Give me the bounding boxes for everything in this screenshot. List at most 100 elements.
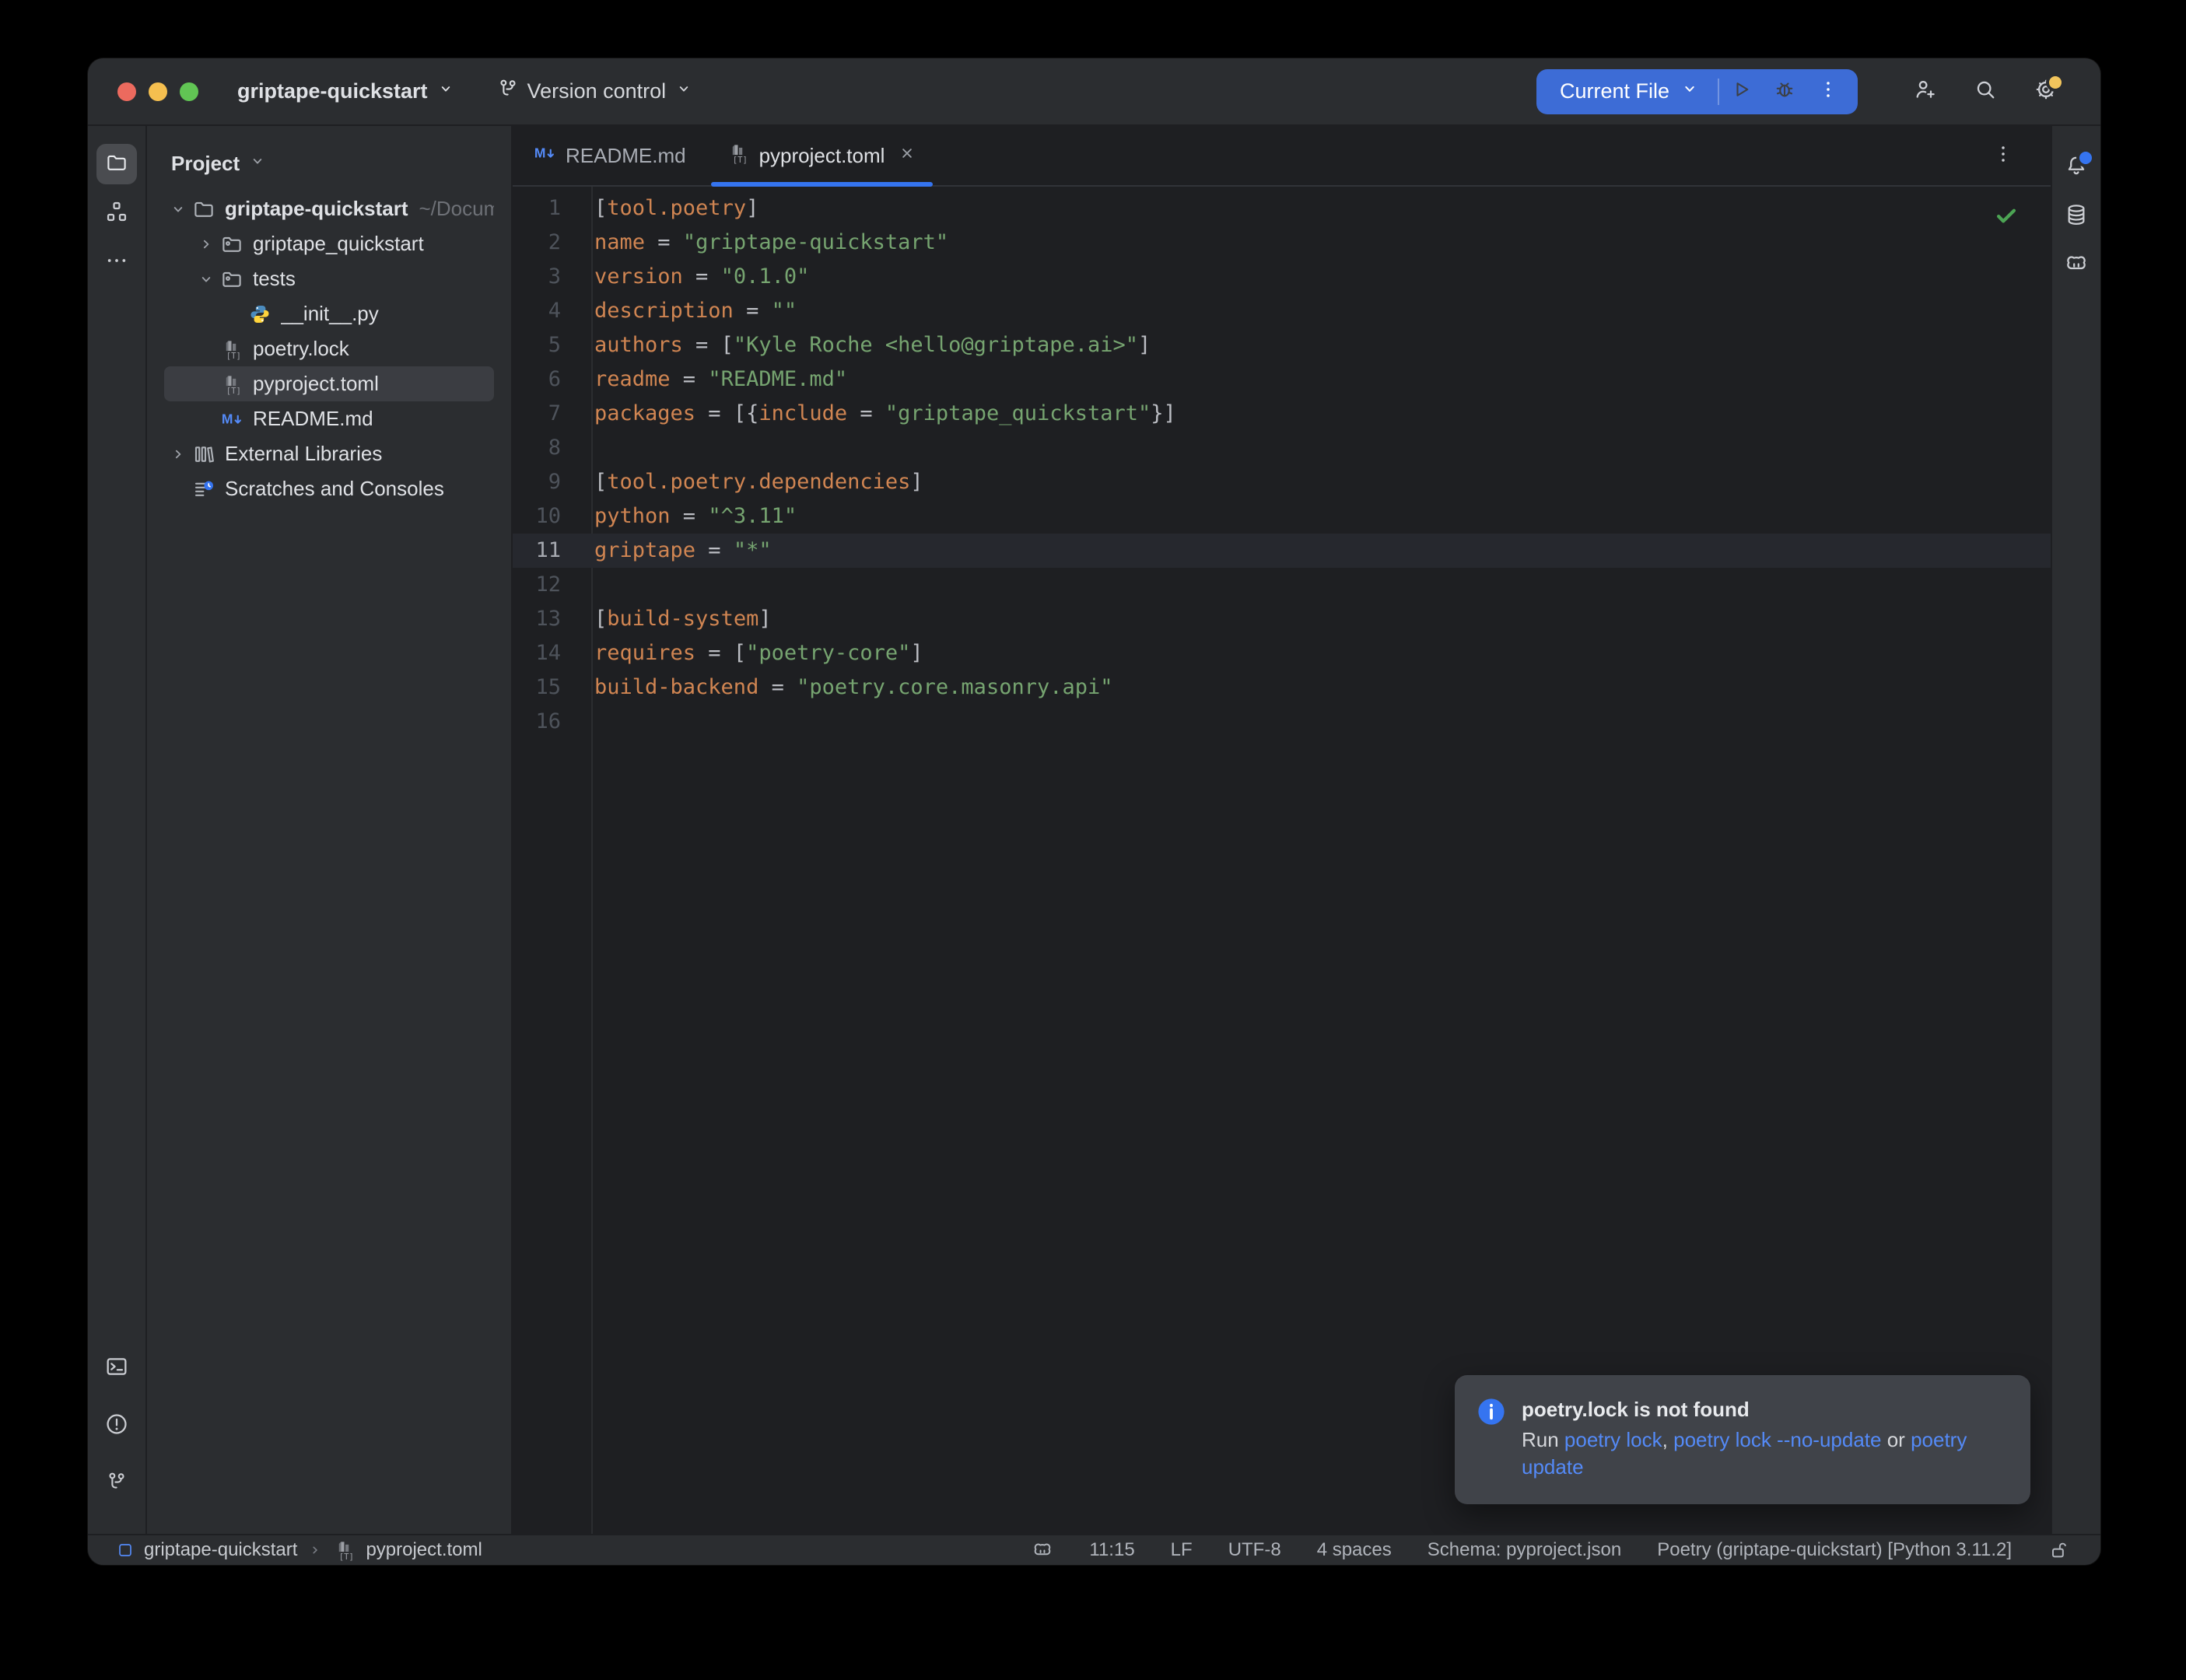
tree-item-label: poetry.lock <box>253 337 349 361</box>
code-line-16[interactable]: 16 <box>513 705 2051 739</box>
copilot-icon <box>2064 251 2089 280</box>
indent-style[interactable]: 4 spaces <box>1317 1539 1392 1561</box>
search-icon <box>1973 77 1998 106</box>
toml-string: "griptape-quickstart" <box>683 230 948 254</box>
code-line-11[interactable]: 11griptape = "*" <box>513 534 2051 568</box>
git-branch-icon <box>496 77 520 106</box>
toml-icon: [T] <box>220 338 243 361</box>
code-line-15[interactable]: 15build-backend = "poetry.core.masonry.a… <box>513 670 2051 705</box>
code-line-5[interactable]: 5authors = ["Kyle Roche <hello@griptape.… <box>513 328 2051 362</box>
run-button[interactable] <box>1719 69 1763 114</box>
code-editor[interactable]: 1[tool.poetry]2name = "griptape-quicksta… <box>513 187 2051 1534</box>
tree-item-label: README.md <box>253 407 373 431</box>
code-line-14[interactable]: 14requires = ["poetry-core"] <box>513 636 2051 670</box>
tab-readme[interactable]: M README.md <box>513 126 706 185</box>
chevron-right-icon[interactable] <box>164 444 192 464</box>
search-button[interactable] <box>1965 72 2006 112</box>
notification-popup[interactable]: poetry.lock is not found Run poetry lock… <box>1455 1375 2030 1504</box>
chevron-down-icon[interactable] <box>192 269 220 289</box>
code-line-4[interactable]: 4description = "" <box>513 294 2051 328</box>
code-line-1[interactable]: 1[tool.poetry] <box>513 191 2051 226</box>
breadcrumb-file[interactable]: pyproject.toml <box>366 1539 482 1561</box>
ai-assistant-button[interactable] <box>2056 245 2097 285</box>
badge-dot <box>2076 149 2095 167</box>
line-number: 6 <box>513 362 591 397</box>
code-line-8[interactable]: 8 <box>513 431 2051 465</box>
database-tool-button[interactable] <box>2056 196 2097 236</box>
toml-string: "poetry.core.masonry.api" <box>797 675 1112 699</box>
tree-item-griptape-quickstart[interactable]: griptape_quickstart <box>164 226 494 261</box>
code-line-3[interactable]: 3version = "0.1.0" <box>513 260 2051 294</box>
chevron-right-icon <box>307 1542 324 1559</box>
code-line-2[interactable]: 2name = "griptape-quickstart" <box>513 226 2051 260</box>
tree-item-path: ~/Documents <box>419 197 495 220</box>
notifications-button[interactable] <box>2056 147 2097 187</box>
settings-button[interactable] <box>2026 72 2066 112</box>
toml-key: version <box>594 264 683 289</box>
write-access-lock-icon[interactable] <box>2048 1539 2069 1561</box>
run-more-options-button[interactable] <box>1806 69 1850 114</box>
maximize-window-button[interactable] <box>180 82 198 101</box>
tree-item-pyproject-toml[interactable]: [T]pyproject.toml <box>164 366 494 401</box>
caret-position[interactable]: 11:15 <box>1089 1539 1134 1561</box>
inspections-ok-icon[interactable] <box>1993 202 2020 233</box>
info-icon <box>1477 1395 1506 1481</box>
code-line-10[interactable]: 10python = "^3.11" <box>513 499 2051 534</box>
line-number: 12 <box>513 568 591 602</box>
toml-punctuation: = <box>645 230 683 254</box>
tree-item-readme-md[interactable]: MREADME.md <box>164 401 494 436</box>
project-tool-button[interactable] <box>96 144 137 184</box>
notification-text: Run <box>1522 1428 1564 1451</box>
notification-link-poetry-lock-no-update[interactable]: poetry lock --no-update <box>1673 1428 1881 1451</box>
structure-tool-button[interactable] <box>96 193 137 233</box>
code-line-13[interactable]: 13[build-system] <box>513 602 2051 636</box>
add-user-button[interactable] <box>1904 72 1945 112</box>
toml-punctuation: [ <box>594 470 607 494</box>
tree-item-label: griptape-quickstart~/Documents <box>225 197 494 221</box>
debug-button[interactable] <box>1763 69 1806 114</box>
tree-item-poetry-lock[interactable]: [T] poetry.lock <box>164 331 494 366</box>
schema-selector[interactable]: Schema: pyproject.json <box>1428 1539 1621 1561</box>
line-number: 1 <box>513 191 591 226</box>
code-line-9[interactable]: 9[tool.poetry.dependencies] <box>513 465 2051 499</box>
toml-string: "README.md" <box>708 367 847 391</box>
tree-item-tests[interactable]: tests <box>164 261 494 296</box>
breadcrumb-project[interactable]: griptape-quickstart <box>144 1539 297 1561</box>
terminal-tool-button[interactable] <box>96 1348 137 1388</box>
copilot-status-icon[interactable] <box>1032 1539 1053 1561</box>
chevron-down-icon <box>247 151 268 177</box>
vcs-widget[interactable]: Version control <box>496 77 695 106</box>
tab-pyproject[interactable]: [T] pyproject.toml <box>706 126 938 185</box>
tab-options-button[interactable] <box>1992 126 2015 185</box>
database-icon <box>2064 202 2089 231</box>
problems-tool-button[interactable] <box>96 1405 137 1446</box>
badge-dot <box>2046 73 2065 92</box>
project-panel-header[interactable]: Project <box>171 146 511 180</box>
tree-item-griptape-quickstart[interactable]: griptape-quickstart~/Documents <box>164 191 494 226</box>
close-window-button[interactable] <box>117 82 136 101</box>
close-tab-button[interactable] <box>897 143 917 169</box>
more-tools-button[interactable] <box>96 242 137 282</box>
interpreter-widget[interactable]: Poetry (griptape-quickstart) [Python 3.1… <box>1657 1539 2012 1561</box>
line-number: 15 <box>513 670 591 705</box>
line-separator[interactable]: LF <box>1171 1539 1193 1561</box>
notification-body: Run poetry lock, poetry lock --no-update… <box>1522 1426 2007 1481</box>
notification-link-poetry-lock[interactable]: poetry lock <box>1564 1428 1662 1451</box>
code-line-6[interactable]: 6readme = "README.md" <box>513 362 2051 397</box>
chevron-down-icon[interactable] <box>164 199 192 219</box>
chevron-down-icon <box>1679 78 1701 105</box>
toml-key: griptape <box>594 538 695 562</box>
tree-item--init-py[interactable]: __init__.py <box>164 296 494 331</box>
chevron-right-icon[interactable] <box>192 234 220 254</box>
tree-item-external-libraries[interactable]: External Libraries <box>164 436 494 471</box>
toml-file-icon: [T] <box>727 142 750 170</box>
tree-item-scratches-and-consoles[interactable]: Scratches and Consoles <box>164 471 494 506</box>
code-line-7[interactable]: 7packages = [{include = "griptape_quicks… <box>513 397 2051 431</box>
file-encoding[interactable]: UTF-8 <box>1228 1539 1281 1561</box>
code-line-12[interactable]: 12 <box>513 568 2051 602</box>
toml-punctuation: = <box>695 538 734 562</box>
vcs-tool-button[interactable] <box>96 1463 137 1503</box>
run-configuration-selector[interactable]: Current File <box>1536 69 1718 114</box>
project-switcher[interactable]: griptape-quickstart <box>237 79 456 104</box>
minimize-window-button[interactable] <box>149 82 167 101</box>
